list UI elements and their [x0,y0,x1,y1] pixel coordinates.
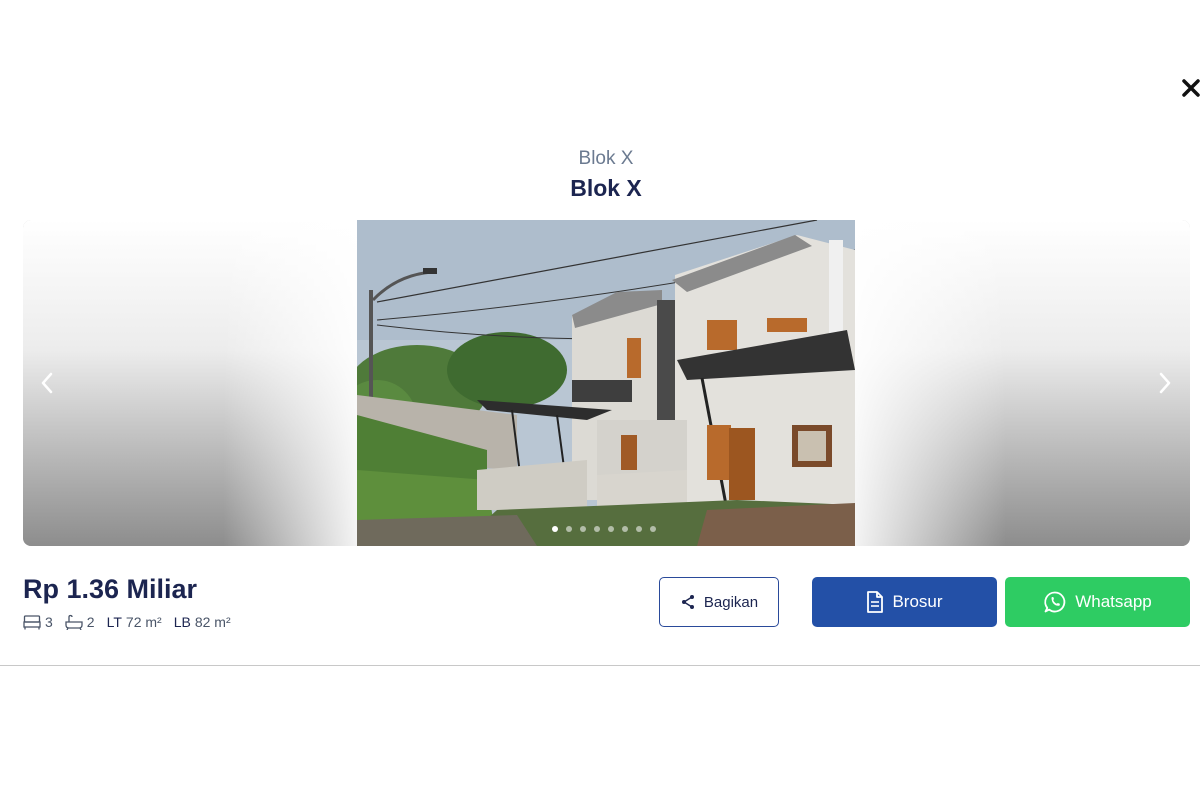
land-area-value: 72 m² [125,614,162,630]
whatsapp-button[interactable]: Whatsapp [1005,577,1190,627]
share-label: Bagikan [703,593,759,611]
listing-specs: 3 2 LT 72 m² LB 82 m² [23,614,243,630]
carousel-dot[interactable] [580,526,586,532]
bathroom-value: 2 [86,614,95,630]
brochure-button[interactable]: Brosur [812,577,997,627]
share-icon [681,595,694,609]
bed-icon [23,615,41,630]
carousel-dot[interactable] [636,526,642,532]
whatsapp-label: Whatsapp [1075,592,1152,611]
bathtub-icon [65,614,83,630]
carousel-dot[interactable] [650,526,656,532]
chevron-right-icon [1159,372,1171,394]
carousel-dot[interactable] [552,526,558,532]
next-slide-preview [855,220,1190,546]
carousel-dot[interactable] [622,526,628,532]
carousel-dots [552,526,656,534]
modal-title: Blok X [570,175,642,201]
bedroom-count: 3 [23,614,53,630]
image-carousel[interactable] [23,220,1190,546]
land-area: LT 72 m² [107,614,162,630]
bathroom-count: 2 [65,614,95,630]
bedroom-value: 3 [45,614,53,630]
land-area-label: LT [106,614,122,630]
building-area-value: 82 m² [194,614,231,630]
property-modal: Blok X Blok X Rp 1.36 Miliar 3 2 LT 72 m… [0,0,1200,800]
house-photo [357,220,855,546]
whatsapp-icon [1044,591,1066,613]
carousel-dot[interactable] [566,526,572,532]
carousel-dot[interactable] [608,526,614,532]
modal-subtitle: Blok X [578,148,634,169]
listing-price: Rp 1.36 Miliar [23,574,198,604]
document-icon [867,591,884,613]
building-area: LB 82 m² [174,614,231,630]
share-button[interactable]: Bagikan [659,577,779,627]
building-area-label: LB [173,614,191,630]
section-divider [0,665,1200,666]
close-icon [1182,79,1200,97]
carousel-prev-button[interactable] [35,368,59,398]
carousel-next-button[interactable] [1153,368,1177,398]
previous-slide-preview [23,220,357,546]
close-button[interactable] [1180,76,1200,100]
carousel-dot[interactable] [594,526,600,532]
chevron-left-icon [41,372,53,394]
brochure-label: Brosur [892,592,943,611]
